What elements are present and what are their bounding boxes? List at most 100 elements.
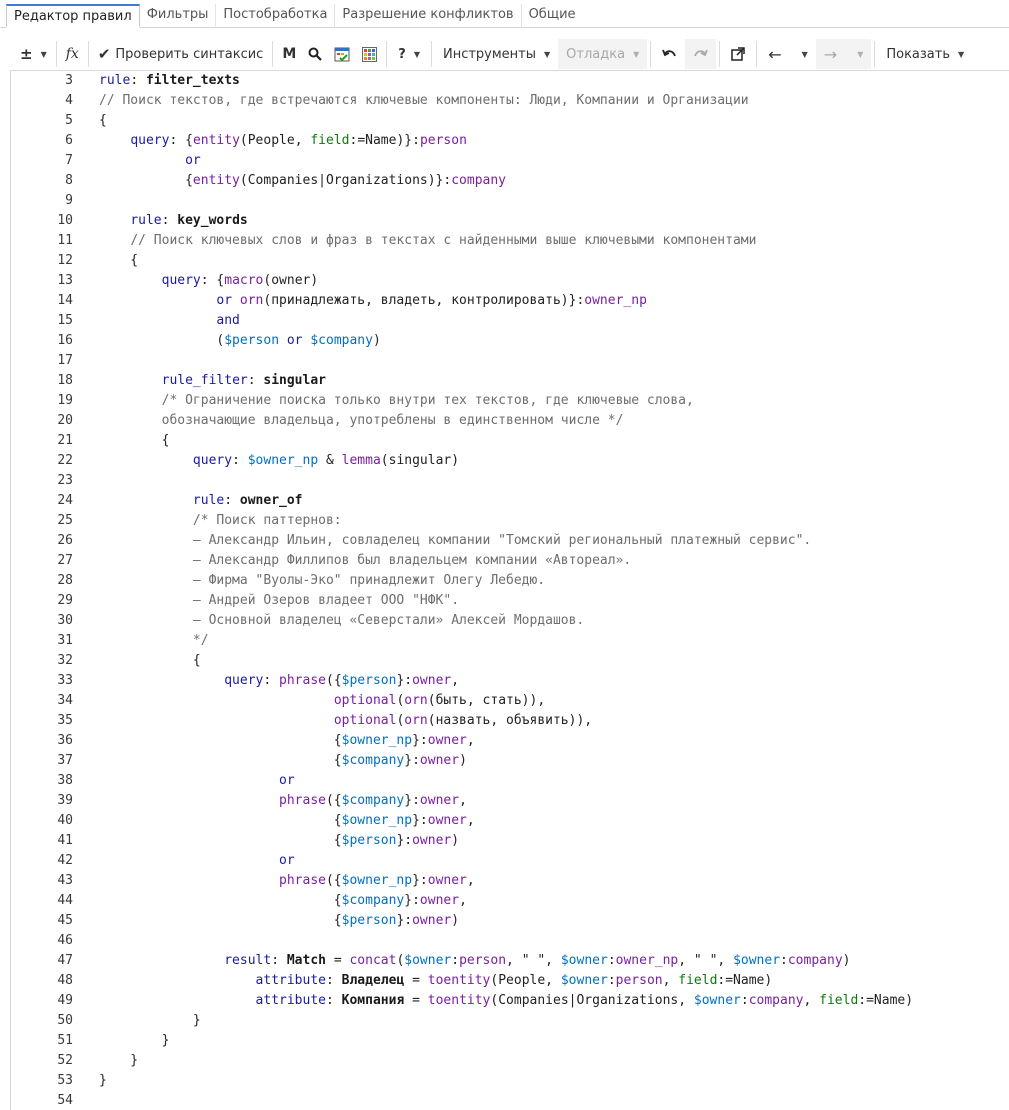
code-editor[interactable]: 3 rule: filter_texts 4 // Поиск текстов, гд… [10,70,1009,1110]
toolbar-separator [719,41,721,67]
code-line[interactable]: 13 query: {macro(owner) [11,271,1000,291]
code-line[interactable]: 48 attribute: Владелец = toentity(People… [11,971,1000,991]
code-line[interactable]: 27 – Александр Филлипов был владельцем к… [11,551,1000,571]
code-line[interactable]: 6 query: {entity(People, field:=Name)}:p… [11,131,1000,151]
function-button[interactable]: fx [60,39,85,69]
tab-conflict-resolution[interactable]: Разрешение конфликтов [335,4,522,28]
code-line[interactable]: 38 or [11,771,1000,791]
code-line[interactable]: 44 {$company}:owner, [11,891,1000,911]
code-line[interactable]: 36 {$owner_np}:owner, [11,731,1000,751]
debug-menu-button[interactable]: Отладка ▼ [558,39,648,69]
code-line[interactable]: 53} [11,1071,1000,1091]
code-line[interactable]: 47 result: Match = concat($owner:person,… [11,951,1000,971]
code-line[interactable]: 42 or [11,851,1000,871]
code-line[interactable]: 43 phrase({$owner_np}:owner, [11,871,1000,891]
code-line[interactable]: 4 // Поиск текстов, где встречаются ключе… [11,91,1000,111]
code-text: } [99,1033,170,1048]
code-line[interactable]: 8 {entity(Companies|Organizations)}:comp… [11,171,1000,191]
line-number: 24 [57,493,73,508]
code-line[interactable]: 9 [11,191,1000,211]
code-text: – Андрей Озеров владеет ООО "НФК". [192,593,460,608]
code-line[interactable]: 24 rule: owner_of [11,491,1000,511]
show-label: Показать [886,46,951,62]
check-syntax-button[interactable]: ✔ Проверить синтаксис [92,39,270,69]
code-line[interactable]: 46 [11,931,1000,951]
line-number: 25 [57,513,73,528]
code-line[interactable]: 49 attribute: Компания = toentity(Compan… [11,991,1000,1011]
code-line[interactable]: 28 – Фирма "Вуолы-Эко" принадлежит Олегу… [11,571,1000,591]
chevron-down-icon: ▼ [801,49,808,59]
code-line[interactable]: 29 – Андрей Озеров владеет ООО "НФК". [11,591,1000,611]
code-text: {$person}:owner) [99,913,460,928]
code-line[interactable]: 34 optional(orn(быть, стать)), [11,691,1000,711]
show-menu-button[interactable]: Показать ▼ [878,39,972,69]
code-line[interactable]: 52 } [11,1051,1000,1071]
code-line[interactable]: 11 // Поиск ключевых слов и фраз в текст… [11,231,1000,251]
toolbar-separator [874,41,876,67]
code-line[interactable]: 50 } [11,1011,1000,1031]
back-button[interactable]: ← ▼ [760,39,816,69]
code-line[interactable]: 19 /* Ограничение поиска только внутри т… [11,391,1000,411]
code-text: {$owner_np}:owner, [99,813,475,828]
code-line[interactable]: 12 { [11,251,1000,271]
code-line[interactable]: 35 optional(orn(назвать, объявить)), [11,711,1000,731]
code-line[interactable]: 25 /* Поиск паттернов: [11,511,1000,531]
undo-button[interactable] [654,39,685,69]
chevron-down-icon: ▼ [633,49,640,59]
line-number: 13 [57,273,73,288]
macro-button[interactable]: M [276,39,302,69]
line-number: 4 [65,93,73,108]
plus-minus-button[interactable]: ± ▼ [14,39,53,69]
code-line[interactable]: 10 rule: key_words [11,211,1000,231]
code-line[interactable]: 17 [11,351,1000,371]
color-grid-button[interactable] [356,39,383,69]
redo-button[interactable] [685,39,717,69]
tab-general[interactable]: Общие [522,4,583,28]
code-line[interactable]: 16 ($person or $company) [11,331,1000,351]
tab-postprocessing[interactable]: Постобработка [216,4,336,28]
help-button[interactable]: ? ▼ [390,39,428,69]
calendar-check-button[interactable] [328,39,356,69]
code-line[interactable]: 33 query: phrase({$person}:owner, [11,671,1000,691]
line-number: 17 [57,353,73,368]
code-line[interactable]: 31 */ [11,631,1000,651]
tools-menu-button[interactable]: Инструменты ▼ [435,39,558,69]
external-link-button[interactable] [723,39,753,69]
code-line[interactable]: 7 or [11,151,1000,171]
code-line[interactable]: 14 or orn(принадлежать, владеть, контрол… [11,291,1000,311]
code-line[interactable]: 21 { [11,431,1000,451]
line-number: 38 [57,773,73,788]
line-number: 22 [57,453,73,468]
code-text: } [99,1073,107,1088]
code-line[interactable]: 5{ [11,111,1000,131]
code-text: */ [192,633,209,648]
code-line[interactable]: 45 {$person}:owner) [11,911,1000,931]
code-line[interactable]: 51 } [11,1031,1000,1051]
code-text: { [99,113,107,128]
code-line[interactable]: 23 [11,471,1000,491]
toolbar: ± ▼ fx ✔ Проверить синтаксис M ? ▼ Инстр… [0,38,1009,70]
code-line[interactable]: 30 – Основной владелец «Северстали» Алек… [11,611,1000,631]
code-line[interactable]: 15 and [11,311,1000,331]
redo-icon [693,48,709,60]
search-button[interactable] [302,39,328,69]
code-line[interactable]: 54 [11,1091,1000,1110]
line-number: 53 [57,1073,73,1088]
code-line[interactable]: 3 rule: filter_texts [11,71,1000,91]
debug-label: Отладка [566,46,626,62]
code-line[interactable]: 18 rule_filter: singular [11,371,1000,391]
code-line[interactable]: 41 {$person}:owner) [11,831,1000,851]
code-line[interactable]: 39 phrase({$company}:owner, [11,791,1000,811]
code-line[interactable]: 32 { [11,651,1000,671]
tab-filters[interactable]: Фильтры [140,4,217,28]
code-line[interactable]: 37 {$company}:owner) [11,751,1000,771]
code-line[interactable]: 22 query: $owner_np & lemma(singular) [11,451,1000,471]
code-line[interactable]: 20 обозначающие владельца, употреблены в… [11,411,1000,431]
code-line[interactable]: 26 – Александр Ильин, совладелец компани… [11,531,1000,551]
line-number: 37 [57,753,73,768]
code-line[interactable]: 40 {$owner_np}:owner, [11,811,1000,831]
forward-button[interactable]: → ▼ [815,39,872,69]
tab-rule-editor[interactable]: Редактор правил [6,4,140,28]
code-text: {$owner_np}:owner, [99,733,475,748]
code-text: { [99,253,139,268]
